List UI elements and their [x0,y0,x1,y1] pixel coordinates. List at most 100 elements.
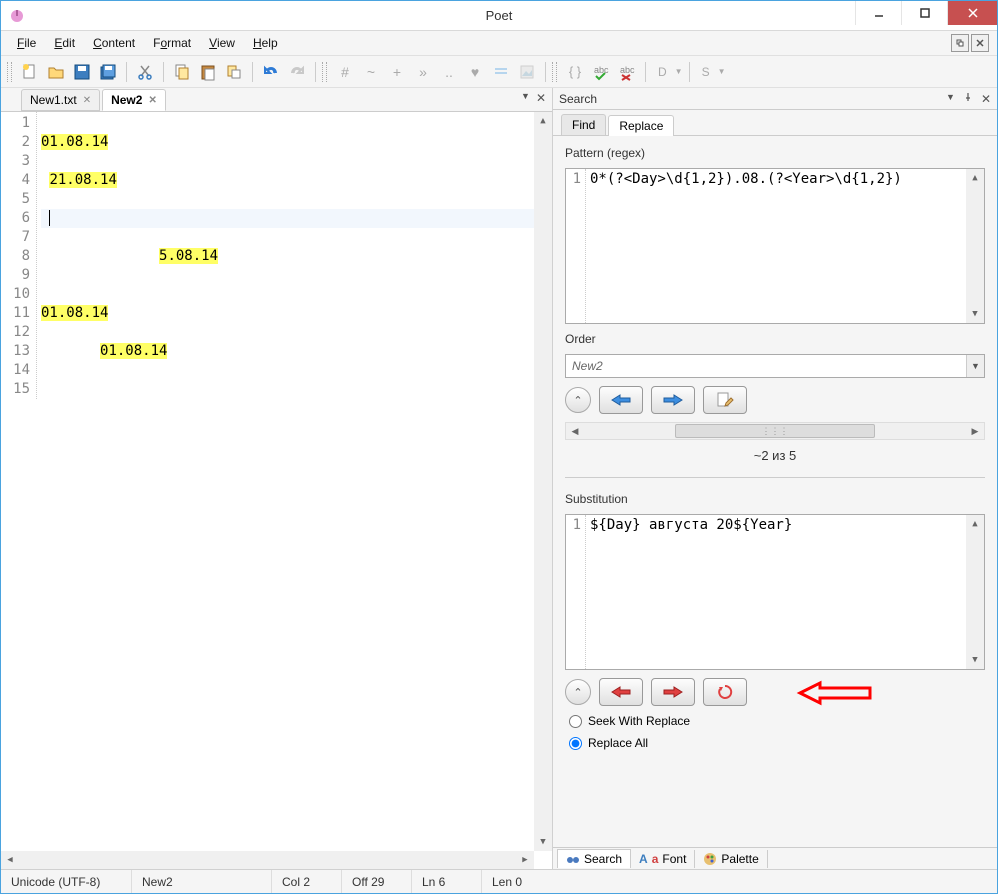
vertical-scrollbar[interactable]: ▲▼ [534,112,552,851]
order-label: Order [565,332,985,346]
toolbar-grip-2[interactable] [322,62,327,82]
menubar: File Edit Content Format View Help [1,31,997,56]
bottom-tabs: Search Aa Font Palette [553,847,997,869]
toolbar-dropdown-d[interactable]: D [652,65,673,79]
bottom-tab-search[interactable]: Search [557,849,631,868]
edit-search-button[interactable] [703,386,747,414]
open-file-icon[interactable] [44,60,68,84]
tab-label: New1.txt [30,93,77,107]
horizontal-scrollbar[interactable]: ◀▶ [1,851,534,869]
replace-prev-button[interactable] [599,678,643,706]
undo-icon[interactable] [259,60,283,84]
close-button[interactable] [947,1,997,25]
panel-close-icon[interactable]: ✕ [981,92,991,106]
tabs-close-icon[interactable]: ✕ [536,91,546,105]
tilde-icon[interactable]: ~ [359,60,383,84]
bottom-tab-font[interactable]: Aa Font [631,850,695,868]
minimize-button[interactable] [855,1,901,25]
tab-replace[interactable]: Replace [608,115,674,136]
toolbar: # ~ + » .. ♥ { } abc abc D ▼ S ▼ [1,56,997,88]
close-icon[interactable]: ✕ [148,95,156,106]
toolbar-dropdown-s[interactable]: S [696,65,716,79]
close-icon[interactable]: ✕ [83,95,91,106]
app-icon [9,8,25,24]
quote-icon[interactable]: » [411,60,435,84]
save-icon[interactable] [70,60,94,84]
new-file-icon[interactable] [18,60,42,84]
heart-icon[interactable]: ♥ [463,60,487,84]
pin-icon[interactable] [963,92,973,106]
binoculars-icon [566,852,580,866]
close-view-button[interactable] [971,34,989,52]
panel-menu-icon[interactable]: ▼ [946,92,955,106]
replace-all-radio[interactable] [569,737,582,750]
status-doc: New2 [131,870,271,893]
editor-tabs: New1.txt ✕ New2 ✕ ▼ ✕ [1,88,552,112]
editor-pane: New1.txt ✕ New2 ✕ ▼ ✕ 123456789101112131… [1,88,553,869]
hash-icon[interactable]: # [333,60,357,84]
maximize-button[interactable] [901,1,947,25]
status-off: Off 29 [341,870,411,893]
image-icon[interactable] [515,60,539,84]
tabs-menu-icon[interactable]: ▼ [521,91,530,105]
paste-icon[interactable] [196,60,220,84]
menu-content[interactable]: Content [85,34,143,52]
substitution-input[interactable]: 1 ${Day} августа 20${Year} ▲▼ [565,514,985,670]
pattern-label: Pattern (regex) [565,146,985,160]
plus-icon[interactable]: + [385,60,409,84]
save-all-icon[interactable] [96,60,120,84]
chevron-down-icon: ▼ [966,355,984,377]
copy-format-icon[interactable] [222,60,246,84]
restore-view-button[interactable] [951,34,969,52]
app-window: Poet File Edit Content Format View Help [0,0,998,894]
toolbar-grip[interactable] [7,62,12,82]
menu-file[interactable]: File [9,34,44,52]
status-ln: Ln 6 [411,870,481,893]
replace-next-button[interactable] [651,678,695,706]
menu-view[interactable]: View [201,34,243,52]
palette-icon [703,852,717,866]
cut-icon[interactable] [133,60,157,84]
seek-with-replace-radio[interactable] [569,715,582,728]
pattern-input[interactable]: 1 0*(?<Day>\d{1,2}).08.(?<Year>\d{1,2}) … [565,168,985,324]
result-scrollbar[interactable]: ◀ ⋮⋮⋮ ▶ [565,422,985,440]
next-match-button[interactable] [651,386,695,414]
menu-format[interactable]: Format [145,34,199,52]
match-count: ~2 из 5 [565,448,985,463]
menu-help[interactable]: Help [245,34,286,52]
search-pane: Search ▼ ✕ Find Replace Pattern (regex) … [553,88,997,869]
format-icon[interactable] [489,60,513,84]
status-encoding: Unicode (UTF-8) [1,870,131,893]
dotdot-icon[interactable]: .. [437,60,461,84]
collapse-button[interactable]: ⌃ [565,387,591,413]
collapse-button-2[interactable]: ⌃ [565,679,591,705]
search-panel-title: Search [559,92,597,106]
tab-find[interactable]: Find [561,114,606,135]
font-icon: A [639,852,648,866]
annotation-arrow [795,678,875,708]
status-len: Len 0 [481,870,997,893]
svg-text:abc: abc [594,65,609,75]
braces-icon[interactable]: { } [563,60,587,84]
substitution-label: Substitution [565,492,985,506]
editor-body[interactable]: 123456789101112131415 01.08.14 21.08.14 … [1,112,552,869]
spellcheck-on-icon[interactable]: abc [589,60,613,84]
tab-new2[interactable]: New2 ✕ [102,89,166,111]
svg-text:abc: abc [620,65,635,75]
toolbar-grip-3[interactable] [552,62,557,82]
window-title: Poet [486,8,513,23]
tab-label: New2 [111,93,142,107]
replace-all-label: Replace All [588,736,648,750]
tab-new1[interactable]: New1.txt ✕ [21,89,100,111]
copy-icon[interactable] [170,60,194,84]
menu-edit[interactable]: Edit [46,34,83,52]
prev-match-button[interactable] [599,386,643,414]
redo-icon[interactable] [285,60,309,84]
bottom-tab-palette[interactable]: Palette [695,850,767,868]
spellcheck-off-icon[interactable]: abc [615,60,639,84]
status-col: Col 2 [271,870,341,893]
seek-label: Seek With Replace [588,714,690,728]
titlebar: Poet [1,1,997,31]
replace-all-button[interactable] [703,678,747,706]
order-dropdown[interactable]: New2 ▼ [565,354,985,378]
